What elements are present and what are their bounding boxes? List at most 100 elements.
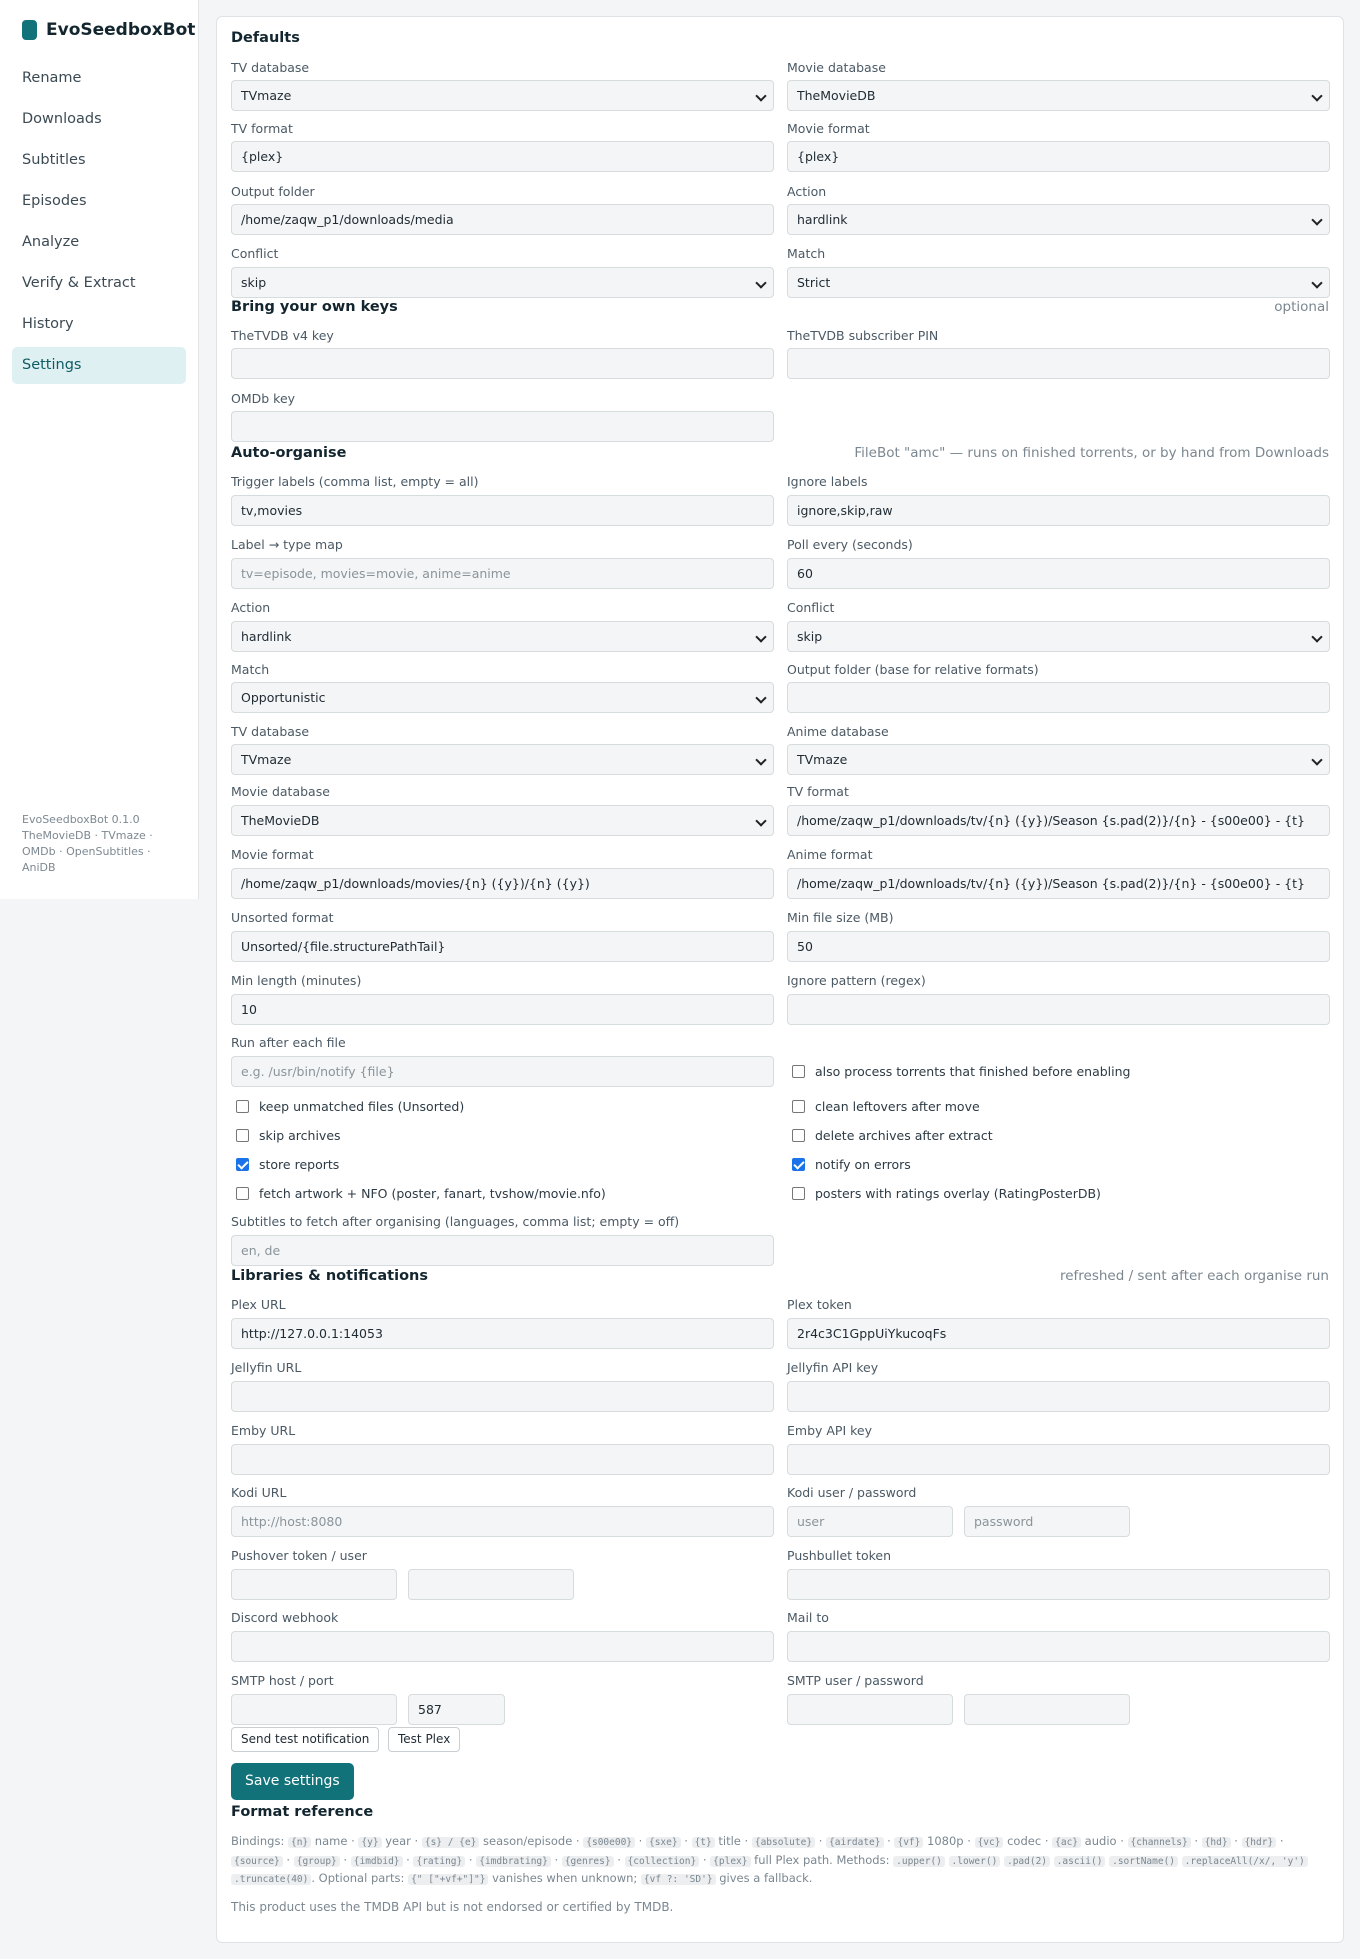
send-test-button[interactable]: Send test notification — [231, 1727, 380, 1752]
output-folder-input[interactable]: /home/zaqw_p1/downloads/media — [231, 204, 774, 235]
smtp-port-input[interactable]: 587 — [408, 1694, 505, 1725]
plex-url-label: Plex URL — [231, 1297, 286, 1312]
discord-input[interactable] — [231, 1631, 774, 1662]
jellyfin-url-input[interactable] — [231, 1381, 774, 1412]
auto-output-folder-input[interactable] — [787, 682, 1330, 713]
trigger-labels-input[interactable]: tv,movies — [231, 495, 774, 526]
plex-url-input[interactable]: http://127.0.0.1:14053 — [231, 1318, 774, 1349]
run-after-input[interactable]: e.g. /usr/bin/notify {file} — [231, 1056, 774, 1087]
tv-format-input[interactable]: {plex} — [231, 141, 774, 172]
sidebar-item-rename[interactable]: Rename — [12, 60, 186, 97]
keep-unmatched-checkbox[interactable]: keep unmatched files (Unsorted) — [236, 1099, 464, 1114]
auto-conflict-select[interactable]: skip — [787, 621, 1330, 652]
subtitles-label: Subtitles to fetch after organising (lan… — [231, 1214, 680, 1229]
anime-database-select[interactable]: TVmaze — [787, 744, 1330, 775]
delete-archives-checkbox[interactable]: delete archives after extract — [792, 1128, 993, 1143]
save-settings-button[interactable]: Save settings — [231, 1763, 354, 1800]
posters-ratings-checkbox[interactable]: posters with ratings overlay (RatingPost… — [792, 1186, 1101, 1201]
auto-tv-database-select[interactable]: TVmaze — [231, 744, 774, 775]
posters-ratings-label: posters with ratings overlay (RatingPost… — [815, 1186, 1101, 1201]
smtp-host-input[interactable] — [231, 1694, 397, 1725]
emby-url-input[interactable] — [231, 1444, 774, 1475]
omdb-key-input[interactable] — [231, 411, 774, 442]
skip-archives-checkbox[interactable]: skip archives — [236, 1128, 341, 1143]
binding-code: {imdbrating} — [476, 1855, 551, 1867]
subtitles-input[interactable]: en, de — [231, 1235, 774, 1266]
plex-token-input[interactable]: 2r4c3C1GppUiYkucoqFs — [787, 1318, 1330, 1349]
kodi-url-input[interactable]: http://host:8080 — [231, 1506, 774, 1537]
checkbox-icon[interactable] — [792, 1065, 805, 1078]
run-after-label: Run after each file — [231, 1035, 346, 1050]
separator: · — [282, 1852, 294, 1867]
sidebar-item-history[interactable]: History — [12, 306, 186, 343]
auto-match-select[interactable]: Opportunistic — [231, 682, 774, 713]
poll-every-input[interactable]: 60 — [787, 558, 1330, 589]
clean-leftovers-checkbox[interactable]: clean leftovers after move — [792, 1099, 980, 1114]
pushbullet-input[interactable] — [787, 1569, 1330, 1600]
fetch-artwork-checkbox[interactable]: fetch artwork + NFO (poster, fanart, tvs… — [236, 1186, 606, 1201]
also-process-checkbox[interactable]: also process torrents that finished befo… — [792, 1056, 1130, 1087]
action-select[interactable]: hardlink — [787, 204, 1330, 235]
tvdb-key-input[interactable] — [231, 348, 774, 379]
label-map-input[interactable]: tv=episode, movies=movie, anime=anime — [231, 558, 774, 589]
checkbox-icon[interactable] — [236, 1129, 249, 1142]
tvdb-key-label: TheTVDB v4 key — [231, 328, 334, 343]
ignore-labels-input[interactable]: ignore,skip,raw — [787, 495, 1330, 526]
ignore-pattern-input[interactable] — [787, 994, 1330, 1025]
binding-code: {source} — [231, 1855, 283, 1867]
sidebar-item-downloads[interactable]: Downloads — [12, 101, 186, 138]
smtp-user-label: SMTP user / password — [787, 1673, 924, 1688]
checkbox-icon[interactable] — [792, 1100, 805, 1113]
method-code: .upper() — [893, 1855, 945, 1867]
jellyfin-url-label: Jellyfin URL — [231, 1360, 302, 1375]
sidebar-item-settings[interactable]: Settings — [12, 347, 186, 384]
sidebar-item-analyze[interactable]: Analyze — [12, 224, 186, 261]
emby-key-input[interactable] — [787, 1444, 1330, 1475]
movie-database-select[interactable]: TheMovieDB — [787, 80, 1330, 111]
checkbox-checked-icon[interactable] — [236, 1158, 249, 1171]
mail-to-input[interactable] — [787, 1631, 1330, 1662]
trigger-labels-label: Trigger labels (comma list, empty = all) — [231, 474, 479, 489]
checkbox-checked-icon[interactable] — [792, 1158, 805, 1171]
auto-action-select[interactable]: hardlink — [231, 621, 774, 652]
defaults-heading: Defaults — [231, 30, 300, 46]
kodi-url-label: Kodi URL — [231, 1485, 287, 1500]
auto-tv-format-input[interactable]: /home/zaqw_p1/downloads/tv/{n} ({y})/Sea… — [787, 805, 1330, 836]
conflict-select[interactable]: skip — [231, 267, 774, 298]
checkbox-icon[interactable] — [792, 1129, 805, 1142]
auto-movie-format-input[interactable]: /home/zaqw_p1/downloads/movies/{n} ({y})… — [231, 868, 774, 899]
match-select[interactable]: Strict — [787, 267, 1330, 298]
sidebar: EvoSeedboxBot Rename Downloads Subtitles… — [0, 0, 199, 899]
keep-unmatched-label: keep unmatched files (Unsorted) — [259, 1099, 465, 1114]
app-name: EvoSeedboxBot — [46, 20, 196, 40]
separator: · — [1041, 1834, 1053, 1848]
smtp-user-input[interactable] — [787, 1694, 953, 1725]
test-plex-button[interactable]: Test Plex — [388, 1727, 461, 1752]
checkbox-icon[interactable] — [792, 1187, 805, 1200]
settings-panel: Defaults TV database TVmaze Movie databa… — [216, 16, 1344, 1943]
sidebar-item-verify-extract[interactable]: Verify & Extract — [12, 265, 186, 302]
unsorted-format-input[interactable]: Unsorted/{file.structurePathTail} — [231, 931, 774, 962]
sidebar-item-subtitles[interactable]: Subtitles — [12, 142, 186, 179]
checkbox-icon[interactable] — [236, 1187, 249, 1200]
min-file-size-input[interactable]: 50 — [787, 931, 1330, 962]
jellyfin-key-input[interactable] — [787, 1381, 1330, 1412]
checkbox-icon[interactable] — [236, 1100, 249, 1113]
kodi-password-input[interactable]: password — [964, 1506, 1130, 1537]
store-reports-checkbox[interactable]: store reports — [236, 1157, 339, 1172]
tv-database-select[interactable]: TVmaze — [231, 80, 774, 111]
pushover-user-input[interactable] — [408, 1569, 574, 1600]
anime-format-input[interactable]: /home/zaqw_p1/downloads/tv/{n} ({y})/Sea… — [787, 868, 1330, 899]
method-code: .ascii() — [1053, 1855, 1106, 1867]
sidebar-item-episodes[interactable]: Episodes — [12, 183, 186, 220]
brand[interactable]: EvoSeedboxBot — [0, 0, 198, 60]
min-length-input[interactable]: 10 — [231, 994, 774, 1025]
movie-format-input[interactable]: {plex} — [787, 141, 1330, 172]
auto-movie-database-select[interactable]: TheMovieDB — [231, 805, 774, 836]
sidebar-nav: Rename Downloads Subtitles Episodes Anal… — [0, 60, 198, 384]
tvdb-pin-input[interactable] — [787, 348, 1330, 379]
smtp-password-input[interactable] — [964, 1694, 1130, 1725]
kodi-user-input[interactable]: user — [787, 1506, 953, 1537]
pushover-token-input[interactable] — [231, 1569, 397, 1600]
notify-errors-checkbox[interactable]: notify on errors — [792, 1157, 911, 1172]
